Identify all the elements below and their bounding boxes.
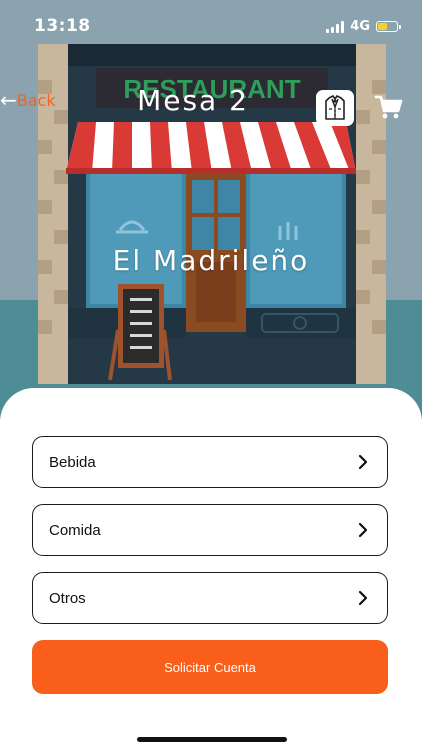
cart-icon xyxy=(374,95,403,119)
restaurant-name: El Madrileño xyxy=(112,244,310,277)
signal-icon xyxy=(326,20,345,33)
status-indicators: 4G xyxy=(326,19,401,34)
chevron-right-icon xyxy=(358,454,368,470)
battery-icon xyxy=(376,21,401,32)
app-screen: RESTAURANT 13:18 4G ← Back Mesa 2 El Mad… xyxy=(0,0,422,750)
menu-item-bebida[interactable]: Bebida xyxy=(32,436,388,488)
chevron-right-icon xyxy=(358,590,368,606)
network-type: 4G xyxy=(350,19,370,34)
status-time: 13:18 xyxy=(34,16,91,36)
request-bill-button[interactable]: Solicitar Cuenta xyxy=(32,640,388,694)
menu-item-label: Bebida xyxy=(49,453,96,471)
menu-item-comida[interactable]: Comida xyxy=(32,504,388,556)
cart-button[interactable] xyxy=(374,92,404,122)
menu-item-otros[interactable]: Otros xyxy=(32,572,388,624)
menu-item-label: Otros xyxy=(49,589,86,607)
chevron-right-icon xyxy=(358,522,368,538)
battery-level xyxy=(378,23,387,30)
status-bar: 13:18 4G xyxy=(0,0,422,50)
home-indicator[interactable] xyxy=(137,737,287,742)
call-waiter-button[interactable] xyxy=(316,90,354,126)
waiter-icon xyxy=(325,95,345,120)
menu-sheet: Bebida Comida Otros Solicitar Cuenta xyxy=(0,388,422,750)
menu-item-label: Comida xyxy=(49,521,101,539)
storefront-illustration: RESTAURANT xyxy=(0,0,422,420)
restaurant-hero-image: RESTAURANT xyxy=(0,0,422,420)
